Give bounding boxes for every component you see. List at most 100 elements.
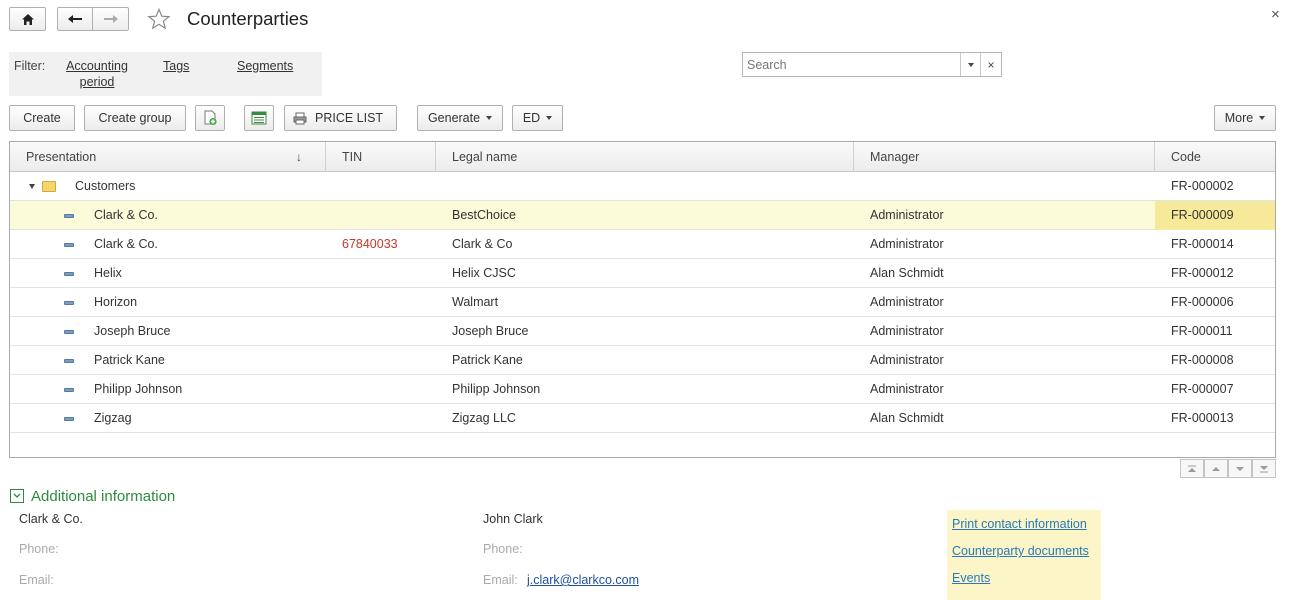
cell-code: FR-000008 xyxy=(1171,353,1234,367)
home-button[interactable] xyxy=(9,7,46,31)
copy-item-button[interactable] xyxy=(195,105,225,131)
cell-presentation: Clark & Co. xyxy=(94,237,158,251)
column-header-code[interactable]: Code xyxy=(1155,142,1275,172)
chevron-down-icon xyxy=(1236,466,1244,471)
counterparties-table: Presentation ↓ TIN Legal name Manager Co… xyxy=(9,141,1276,458)
table-row[interactable]: Patrick Kane Patrick Kane Administrator … xyxy=(10,346,1275,375)
column-header-tin[interactable]: TIN xyxy=(326,142,436,172)
item-icon xyxy=(64,272,74,276)
back-button[interactable] xyxy=(57,7,93,31)
table-row[interactable]: Helix Helix CJSC Alan Schmidt FR-000012 xyxy=(10,259,1275,288)
price-list-label: PRICE LIST xyxy=(315,111,384,125)
page-title: Counterparties xyxy=(187,8,309,29)
filter-segments-link[interactable]: Segments xyxy=(237,59,293,73)
cell-manager: Administrator xyxy=(870,324,944,338)
cell-legal-name: Zigzag LLC xyxy=(452,411,516,425)
chevron-up-icon xyxy=(1212,466,1220,471)
company-email-label: Email: xyxy=(19,573,54,587)
chevron-down-icon xyxy=(13,493,21,498)
table-row[interactable]: Zigzag Zigzag LLC Alan Schmidt FR-000013 xyxy=(10,404,1275,433)
more-button[interactable]: More xyxy=(1214,105,1276,131)
cell-presentation: Zigzag xyxy=(94,411,132,425)
cell-code: FR-000013 xyxy=(1171,411,1234,425)
cell-presentation: Patrick Kane xyxy=(94,353,165,367)
more-label: More xyxy=(1224,111,1254,125)
cell-presentation: Philipp Johnson xyxy=(94,382,183,396)
folder-icon xyxy=(42,181,56,192)
cell-code: FR-000006 xyxy=(1171,295,1234,309)
chevron-down-icon xyxy=(967,62,974,67)
filter-accounting-period-link[interactable]: Accounting period xyxy=(64,58,130,90)
additional-info-title[interactable]: Additional information xyxy=(31,488,175,505)
table-header: Presentation ↓ TIN Legal name Manager Co… xyxy=(10,142,1275,172)
arrow-right-icon xyxy=(103,15,118,23)
scroll-to-bottom-button[interactable] xyxy=(1252,459,1276,478)
column-header-label: Presentation xyxy=(26,150,97,164)
group-name: Customers xyxy=(75,179,136,193)
item-icon xyxy=(64,214,74,218)
column-header-legal-name[interactable]: Legal name xyxy=(436,142,854,172)
double-chevron-down-icon xyxy=(1260,465,1268,472)
cell-code: FR-000012 xyxy=(1171,266,1234,280)
events-link[interactable]: Events xyxy=(952,571,990,585)
filter-accounting-line1: Accounting xyxy=(66,59,128,73)
cell-manager: Administrator xyxy=(870,353,944,367)
cell-legal-name: BestChoice xyxy=(452,208,516,222)
create-group-button[interactable]: Create group xyxy=(84,105,186,131)
cell-legal-name: Joseph Bruce xyxy=(452,324,529,338)
print-contact-info-link[interactable]: Print contact information xyxy=(952,517,1087,531)
home-icon xyxy=(21,13,34,25)
scroll-down-button[interactable] xyxy=(1228,459,1252,478)
close-icon[interactable]: × xyxy=(1271,6,1280,23)
cell-presentation: Horizon xyxy=(94,295,138,309)
scroll-up-button[interactable] xyxy=(1204,459,1228,478)
contact-email-label: Email: xyxy=(483,573,518,587)
table-row[interactable]: Joseph Bruce Joseph Bruce Administrator … xyxy=(10,317,1275,346)
cell-legal-name: Helix CJSC xyxy=(452,266,516,280)
create-button[interactable]: Create xyxy=(9,105,75,131)
ed-button[interactable]: ED xyxy=(512,105,563,131)
cell-legal-name: Philipp Johnson xyxy=(452,382,541,396)
cell-legal-name: Walmart xyxy=(452,295,499,309)
price-list-button[interactable]: PRICE LIST xyxy=(284,105,397,131)
cell-manager: Alan Schmidt xyxy=(870,411,944,425)
counterparty-documents-link[interactable]: Counterparty documents xyxy=(952,544,1089,558)
item-icon xyxy=(64,388,74,392)
filter-tags-link[interactable]: Tags xyxy=(163,59,189,73)
generate-button[interactable]: Generate xyxy=(417,105,503,131)
item-icon xyxy=(64,301,74,305)
report-table-icon xyxy=(251,111,267,125)
table-row[interactable]: Clark & Co. 67840033 Clark & Co Administ… xyxy=(10,230,1275,259)
search-input[interactable] xyxy=(743,53,959,76)
cell-legal-name: Patrick Kane xyxy=(452,353,523,367)
cell-presentation: Joseph Bruce xyxy=(94,324,171,338)
forward-button[interactable] xyxy=(92,7,129,31)
search-dropdown-button[interactable] xyxy=(960,53,980,76)
chevron-down-icon xyxy=(1259,116,1266,120)
company-name: Clark & Co. xyxy=(19,512,83,526)
filter-panel: Filter: Accounting period Tags Segments xyxy=(9,52,322,96)
cell-code: FR-000014 xyxy=(1171,237,1234,251)
contact-email-link[interactable]: j.clark@clarkco.com xyxy=(527,573,639,587)
expand-triangle-icon[interactable] xyxy=(29,184,35,189)
scroll-to-top-button[interactable] xyxy=(1180,459,1204,478)
column-header-presentation[interactable]: Presentation ↓ xyxy=(10,142,326,172)
item-icon xyxy=(64,330,74,334)
filter-accounting-line2: period xyxy=(79,75,115,89)
report-button[interactable] xyxy=(244,105,274,131)
filter-label: Filter: xyxy=(14,59,46,73)
double-chevron-up-icon xyxy=(1188,465,1196,472)
favorite-star-icon[interactable] xyxy=(147,7,171,30)
table-row[interactable]: Philipp Johnson Philipp Johnson Administ… xyxy=(10,375,1275,404)
cell-code: FR-000007 xyxy=(1171,382,1234,396)
item-icon xyxy=(64,243,74,247)
table-group-row[interactable]: Customers FR-000002 xyxy=(10,172,1275,201)
cell-manager: Administrator xyxy=(870,295,944,309)
table-row[interactable]: Horizon Walmart Administrator FR-000006 xyxy=(10,288,1275,317)
search-clear-button[interactable]: × xyxy=(980,53,1001,76)
table-row[interactable]: Clark & Co. BestChoice Administrator FR-… xyxy=(10,201,1275,230)
cell-manager: Administrator xyxy=(870,208,944,222)
column-header-manager[interactable]: Manager xyxy=(854,142,1155,172)
search-box: × xyxy=(742,52,1002,77)
additional-info-toggle[interactable] xyxy=(10,489,24,503)
